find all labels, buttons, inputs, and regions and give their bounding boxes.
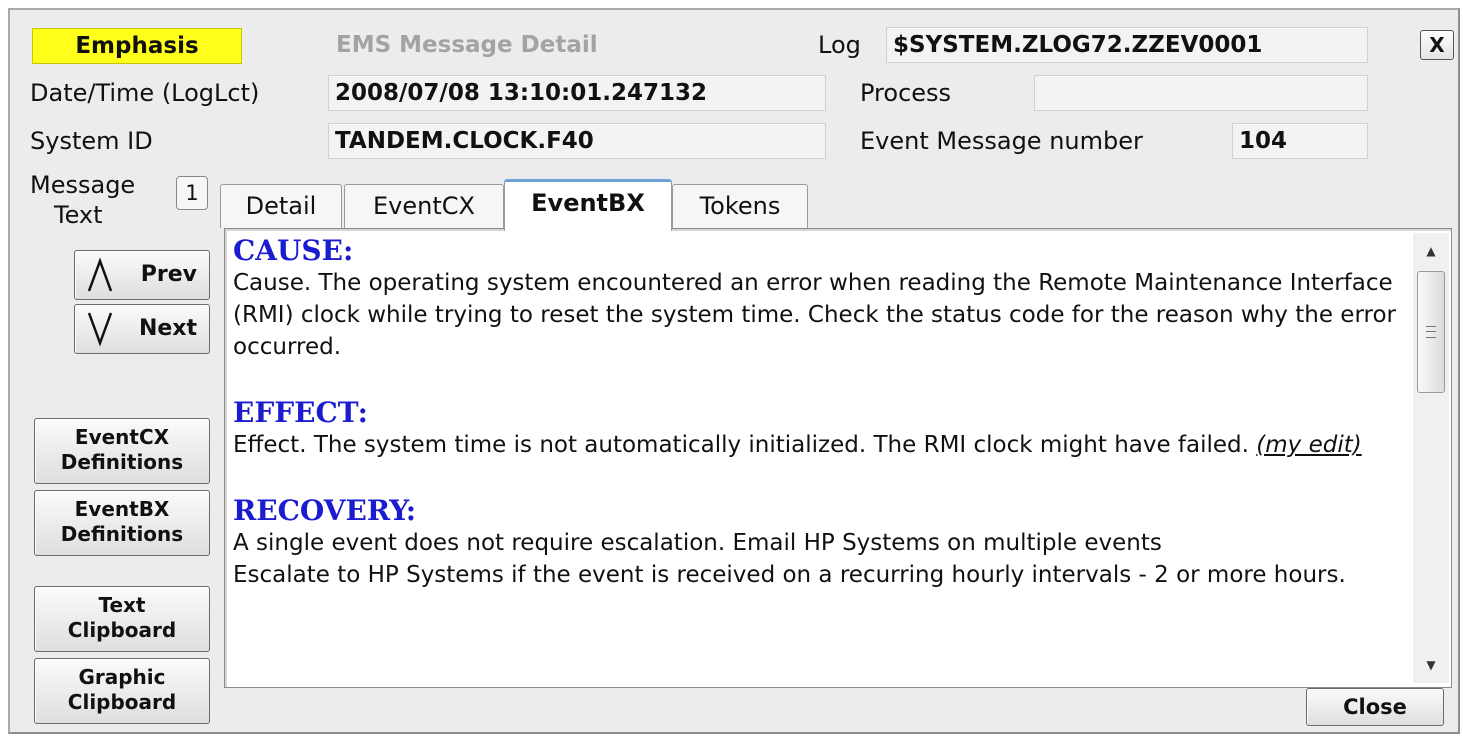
next-button[interactable]: Next (74, 304, 210, 354)
recovery-line-2: Escalate to HP Systems if the event is r… (233, 562, 1346, 588)
text-clipboard-button[interactable]: Text Clipboard (34, 586, 210, 652)
dialog-title: EMS Message Detail (336, 32, 598, 58)
cause-heading: CAUSE: (233, 234, 354, 267)
prev-arrow-icon (87, 257, 113, 292)
message-text-label-line2: Text (54, 201, 103, 229)
scroll-grip-icon (1426, 326, 1436, 338)
eventcx-definitions-line1: EventCX (74, 425, 170, 449)
eventcx-definitions-button[interactable]: EventCX Definitions (34, 418, 210, 484)
prev-button-label: Prev (140, 262, 197, 287)
prev-button[interactable]: Prev (74, 250, 210, 300)
message-count-badge: 1 (176, 176, 208, 210)
eventbx-definitions-line2: Definitions (60, 522, 184, 546)
eventcx-definitions-line2: Definitions (60, 450, 184, 474)
process-label: Process (860, 79, 952, 107)
vertical-scrollbar[interactable]: ▲ ▼ (1413, 233, 1449, 683)
scrollbar-thumb[interactable] (1417, 271, 1445, 393)
log-field: $SYSTEM.ZLOG72.ZZEV0001 (886, 27, 1368, 63)
emphasis-indicator: Emphasis (32, 28, 242, 64)
next-arrow-icon (87, 312, 113, 347)
log-label: Log (818, 31, 861, 59)
ems-message-detail-window: Emphasis EMS Message Detail Log $SYSTEM.… (8, 8, 1460, 734)
event-number-label: Event Message number (860, 127, 1143, 155)
close-x-button[interactable]: X (1420, 30, 1454, 60)
close-button[interactable]: Close (1306, 688, 1444, 726)
next-button-label: Next (138, 316, 197, 341)
tab-tokens[interactable]: Tokens (672, 184, 808, 228)
recovery-line-1: A single event does not require escalati… (233, 530, 1162, 556)
cause-text: Cause. The operating system encountered … (233, 270, 1396, 360)
graphic-clipboard-line1: Graphic (78, 665, 166, 689)
message-text-area: CAUSE: Cause. The operating system encou… (233, 235, 1403, 591)
tab-detail[interactable]: Detail (220, 184, 342, 228)
datetime-field: 2008/07/08 13:10:01.247132 (328, 75, 826, 111)
message-text-label-line1: Message (30, 171, 136, 199)
eventbx-definitions-line1: EventBX (74, 497, 170, 521)
tab-eventbx[interactable]: EventBX (504, 179, 672, 231)
text-clipboard-line1: Text (98, 593, 146, 617)
message-content-panel[interactable]: CAUSE: Cause. The operating system encou… (224, 228, 1452, 688)
process-field (1034, 75, 1368, 111)
effect-text: Effect. The system time is not automatic… (233, 432, 1249, 458)
eventbx-definitions-button[interactable]: EventBX Definitions (34, 490, 210, 556)
tab-eventcx[interactable]: EventCX (344, 184, 504, 228)
system-id-field: TANDEM.CLOCK.F40 (328, 123, 826, 159)
graphic-clipboard-line2: Clipboard (67, 690, 177, 714)
effect-paragraph: Effect. The system time is not automatic… (233, 429, 1403, 461)
graphic-clipboard-button[interactable]: Graphic Clipboard (34, 658, 210, 724)
recovery-heading: RECOVERY: (233, 494, 417, 527)
scroll-up-arrow-icon[interactable]: ▲ (1413, 233, 1449, 269)
my-edit-note: (my edit) (1256, 432, 1362, 458)
event-number-field: 104 (1232, 123, 1368, 159)
scroll-down-arrow-icon[interactable]: ▼ (1413, 647, 1449, 683)
effect-heading: EFFECT: (233, 396, 368, 429)
text-clipboard-line2: Clipboard (67, 618, 177, 642)
datetime-label: Date/Time (LogLct) (30, 79, 260, 107)
system-id-label: System ID (30, 127, 153, 155)
